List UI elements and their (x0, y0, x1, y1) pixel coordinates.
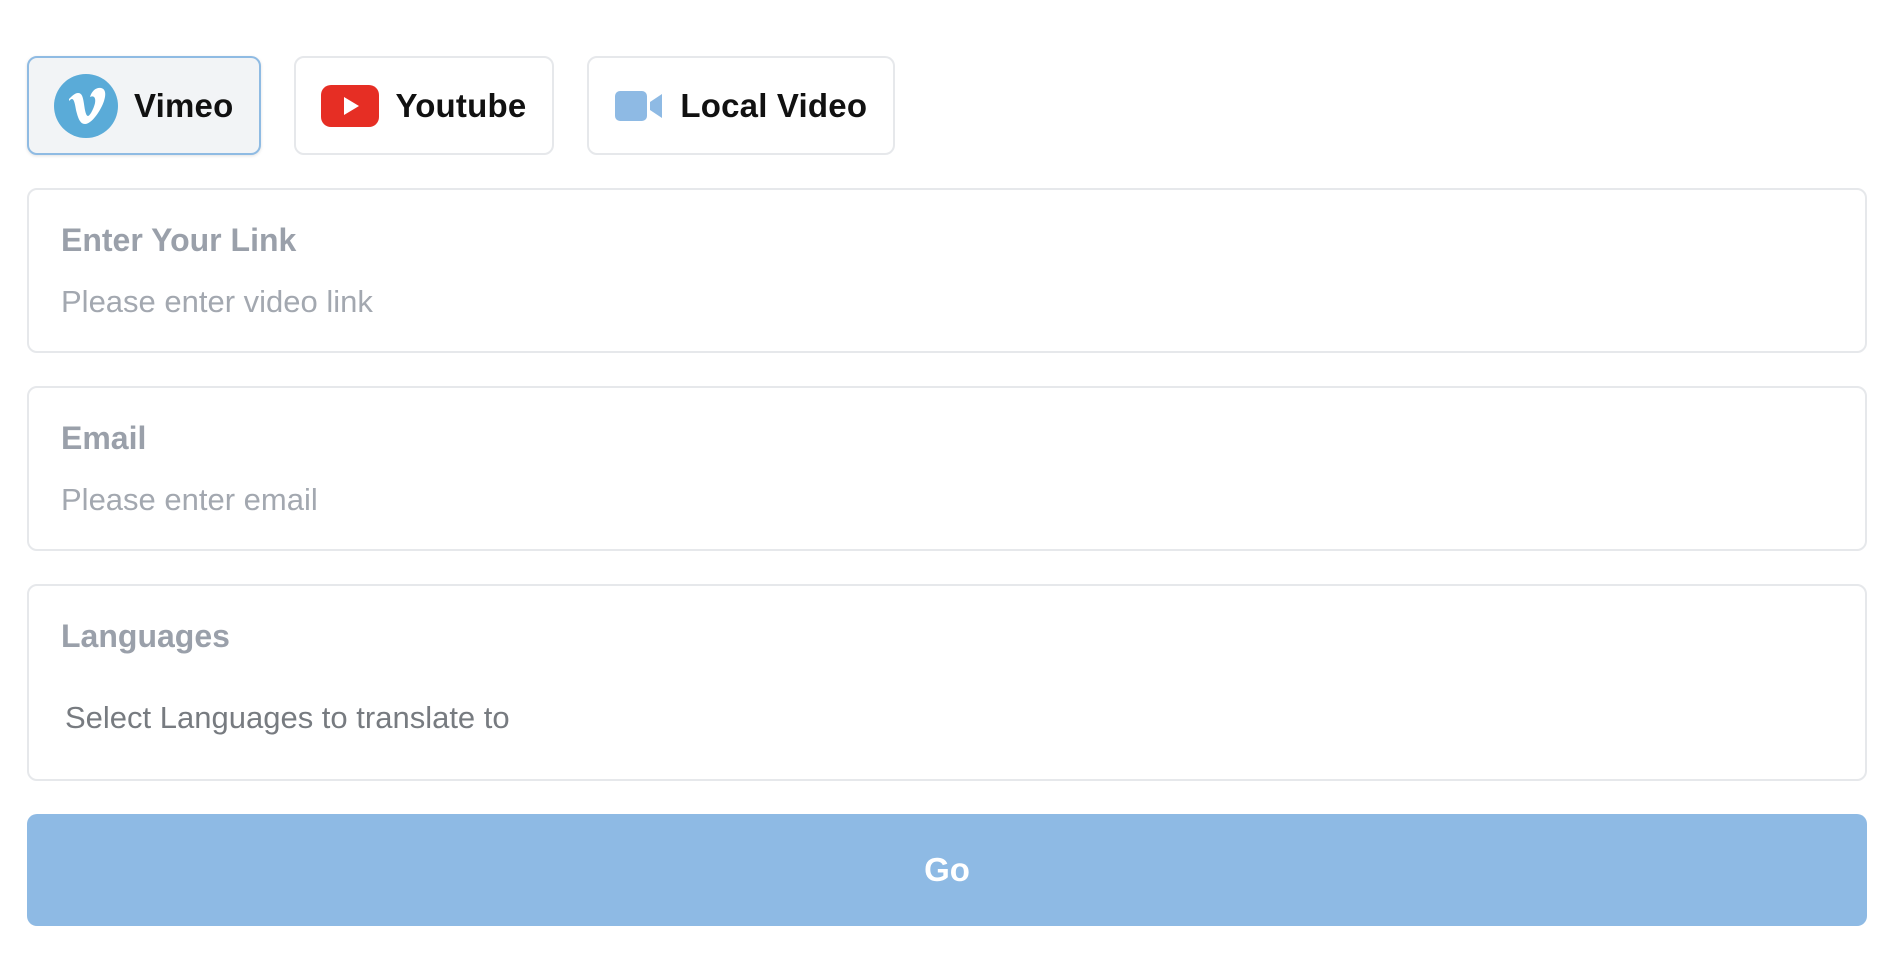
tab-local-video-label: Local Video (680, 86, 868, 124)
tab-vimeo-label: Vimeo (134, 86, 234, 124)
video-translate-form: Vimeo Youtube Local Video Enter Your Lin… (27, 56, 1867, 926)
link-field: Enter Your Link (27, 188, 1867, 353)
link-input[interactable] (61, 284, 1833, 320)
languages-select[interactable]: Select Languages to translate to (61, 698, 1833, 738)
vimeo-icon (54, 73, 118, 138)
email-input[interactable] (61, 482, 1833, 518)
youtube-icon (321, 84, 380, 127)
languages-label: Languages (61, 618, 230, 654)
email-field: Email (27, 386, 1867, 551)
tab-vimeo[interactable]: Vimeo (27, 56, 262, 155)
video-source-tabs: Vimeo Youtube Local Video (27, 56, 1867, 155)
tab-youtube-label: Youtube (395, 86, 527, 124)
go-button[interactable]: Go (27, 814, 1867, 926)
languages-field: Languages Select Languages to translate … (27, 584, 1867, 781)
video-camera-icon (614, 90, 664, 122)
link-label: Enter Your Link (61, 222, 297, 258)
email-label: Email (61, 420, 147, 456)
tab-youtube[interactable]: Youtube (294, 56, 555, 155)
tab-local-video[interactable]: Local Video (587, 56, 896, 155)
